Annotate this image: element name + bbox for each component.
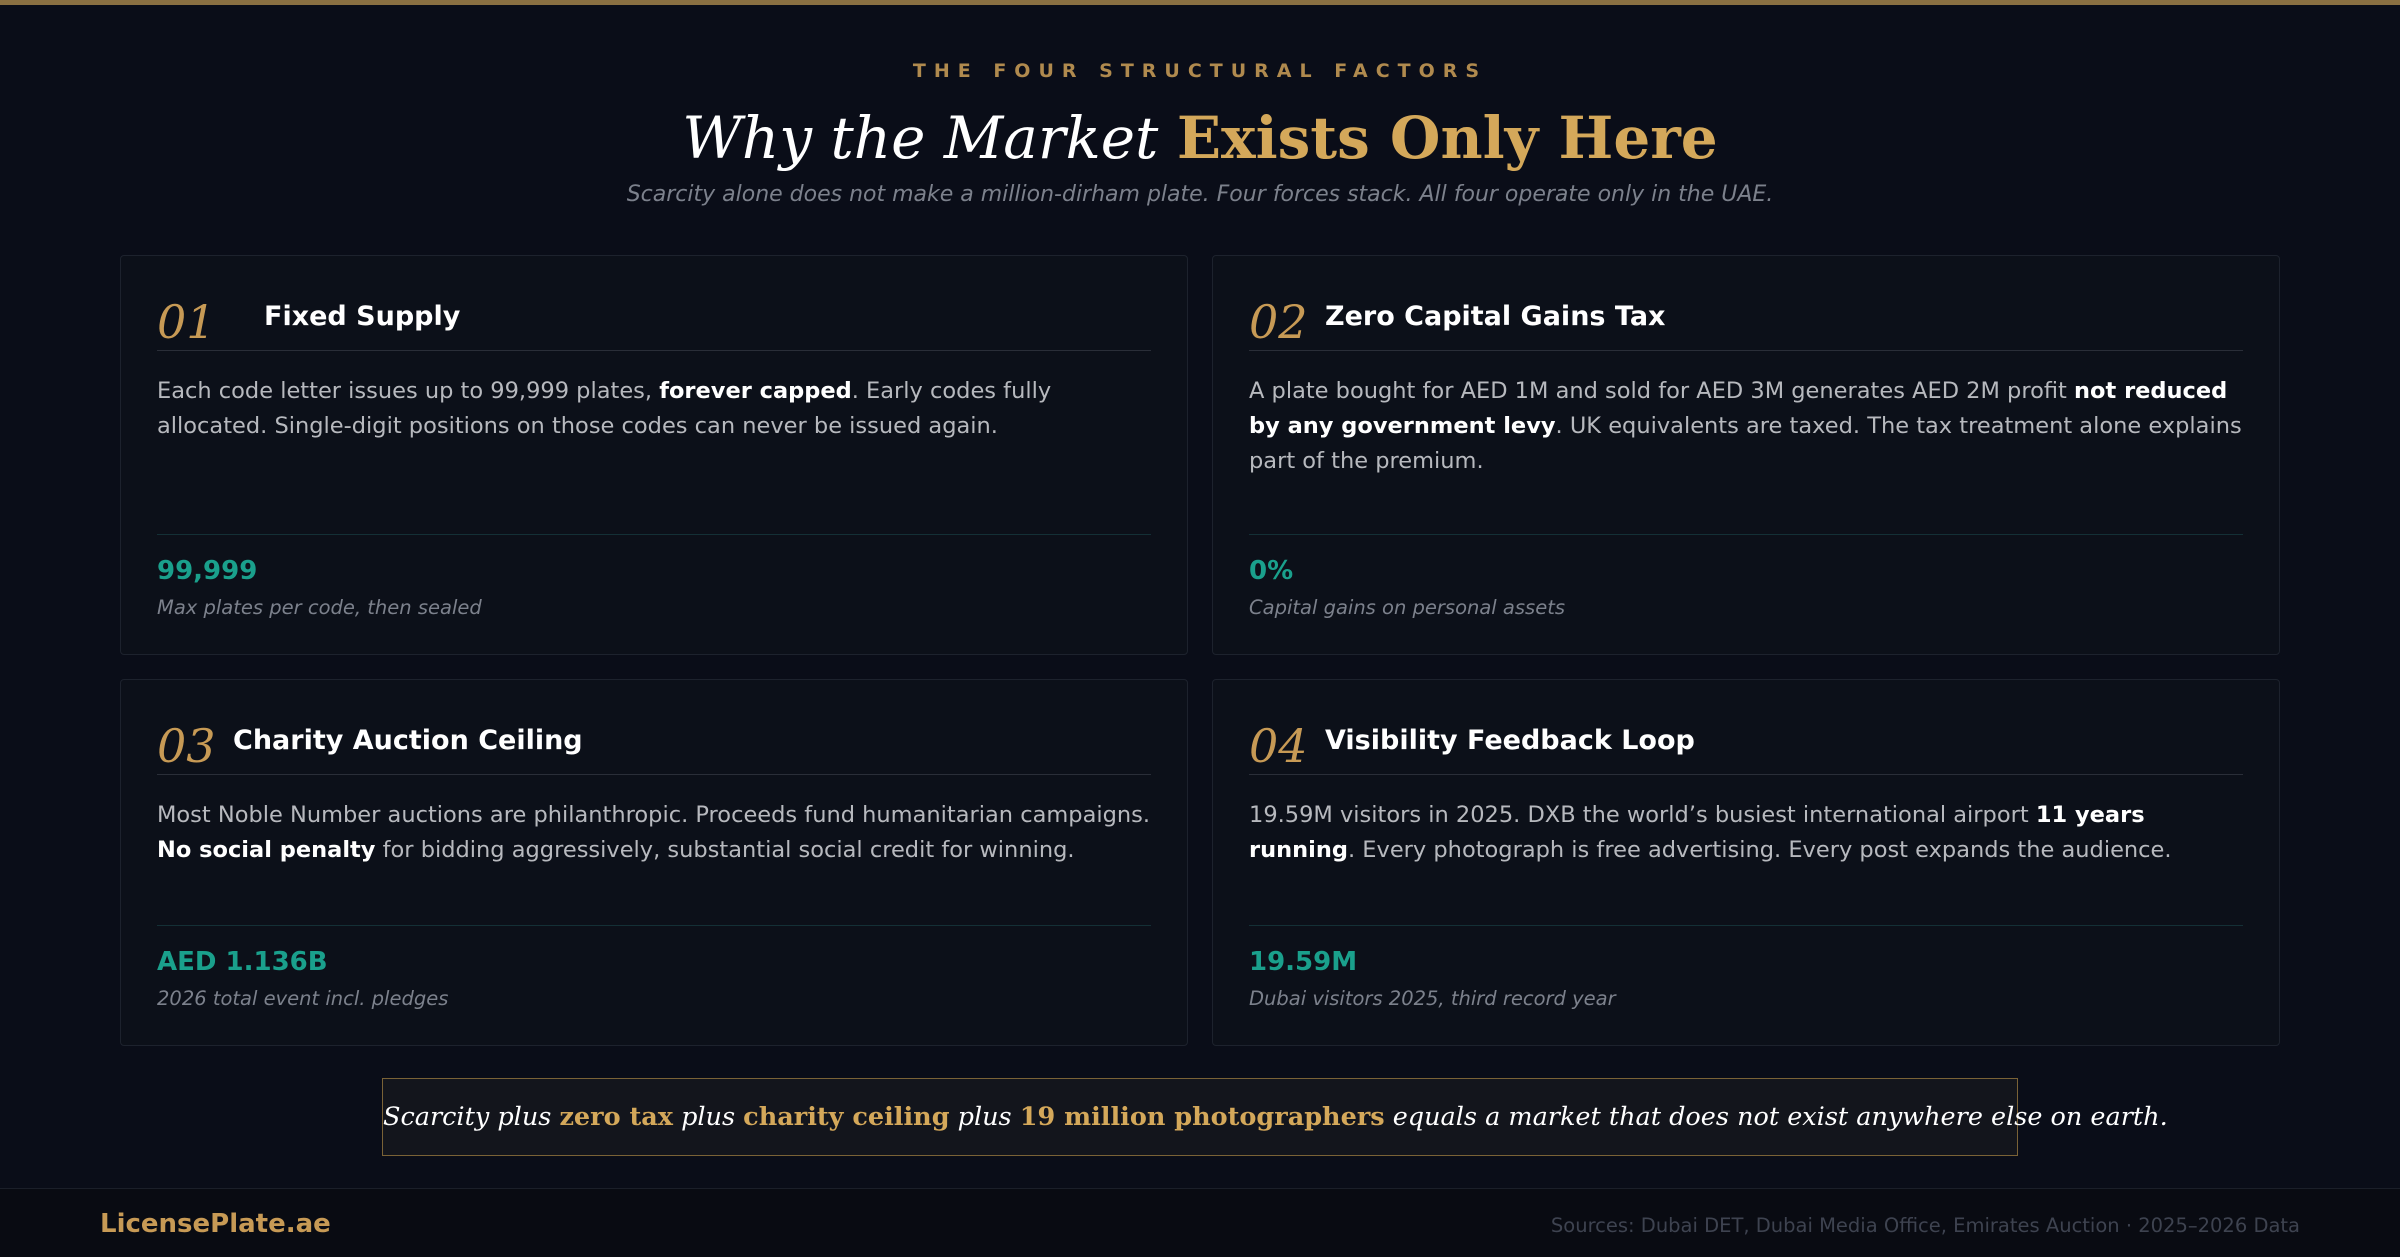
card-body-text: for bidding aggressively, substantial so… [375,837,1075,863]
card-stat: 19.59M [1249,947,1358,977]
card-divider [1249,534,2243,535]
card-number: 01 [157,295,216,349]
quote-text: plus [672,1102,744,1132]
factor-card-fixed-supply: 01 Fixed Supply Each code letter issues … [120,255,1188,655]
footer-brand-link[interactable]: LicensePlate.ae [100,1209,331,1239]
card-body-text: 19.59M visitors in 2025. DXB the world’s… [1249,802,2036,828]
card-body: Each code letter issues up to 99,999 pla… [157,374,1151,444]
card-stat-label: Dubai visitors 2025, third record year [1249,987,1616,1010]
top-accent-bar [0,0,2400,5]
card-body: Most Noble Number auctions are philanthr… [157,798,1151,868]
card-divider [157,925,1151,926]
card-stat: 99,999 [157,556,258,586]
card-body-text: Most Noble Number auctions are philanthr… [157,802,1151,828]
quote-text: Scarcity plus [383,1102,560,1132]
card-body-text: Each code letter issues up to 99,999 pla… [157,378,660,404]
page-subtitle: Scarcity alone does not make a million-d… [626,182,1774,207]
quote-highlight: charity ceiling [743,1102,950,1132]
card-stat-label: Max plates per code, then sealed [157,596,482,619]
card-header: 02 Zero Capital Gains Tax [1249,294,2243,351]
footer-sources: Sources: Dubai DET, Dubai Media Office, … [1550,1214,2300,1237]
card-number: 03 [157,719,216,773]
page-title: Why the Market Exists Only Here [0,98,2400,178]
card-divider [157,534,1151,535]
factor-card-visibility-loop: 04 Visibility Feedback Loop 19.59M visit… [1212,679,2280,1046]
card-stat: 0% [1249,556,1294,586]
card-body: A plate bought for AED 1M and sold for A… [1249,374,2243,479]
page-title-part2: Exists Only Here [1176,104,1718,172]
card-number: 02 [1249,295,1308,349]
card-title: Charity Auction Ceiling [233,725,583,756]
card-header: 01 Fixed Supply [157,294,1151,351]
factor-card-charity-ceiling: 03 Charity Auction Ceiling Most Noble Nu… [120,679,1188,1046]
card-divider [1249,925,2243,926]
page-title-part1: Why the Market [682,104,1159,172]
card-body-text: . Every photograph is free advertising. … [1348,837,2172,863]
quote-highlight: zero tax [559,1102,673,1132]
summary-quote: Scarcity plus zero tax plus charity ceil… [382,1078,2168,1156]
card-body-text: A plate bought for AED 1M and sold for A… [1249,378,2074,404]
card-header: 04 Visibility Feedback Loop [1249,718,2243,775]
quote-highlight: 19 million photographers [1019,1102,1385,1132]
card-body-emphasis: forever capped [659,378,852,404]
footer: LicensePlate.ae Sources: Dubai DET, Duba… [0,1188,2400,1257]
quote-text: plus [949,1102,1020,1132]
card-title: Zero Capital Gains Tax [1325,301,1666,332]
quote-text: equals a market that does not exist anyw… [1384,1102,2168,1132]
card-body: 19.59M visitors in 2025. DXB the world’s… [1249,798,2243,868]
card-number: 04 [1249,719,1308,773]
factor-card-zero-tax: 02 Zero Capital Gains Tax A plate bought… [1212,255,2280,655]
card-body-emphasis: No social penalty [157,837,376,863]
card-stat-label: Capital gains on personal assets [1249,596,1565,619]
card-stat-label: 2026 total event incl. pledges [157,987,449,1010]
card-title: Visibility Feedback Loop [1325,725,1695,756]
section-eyebrow: THE FOUR STRUCTURAL FACTORS [912,60,1488,82]
card-title: Fixed Supply [264,301,461,332]
card-header: 03 Charity Auction Ceiling [157,718,1151,775]
card-stat: AED 1.136B [157,947,328,977]
